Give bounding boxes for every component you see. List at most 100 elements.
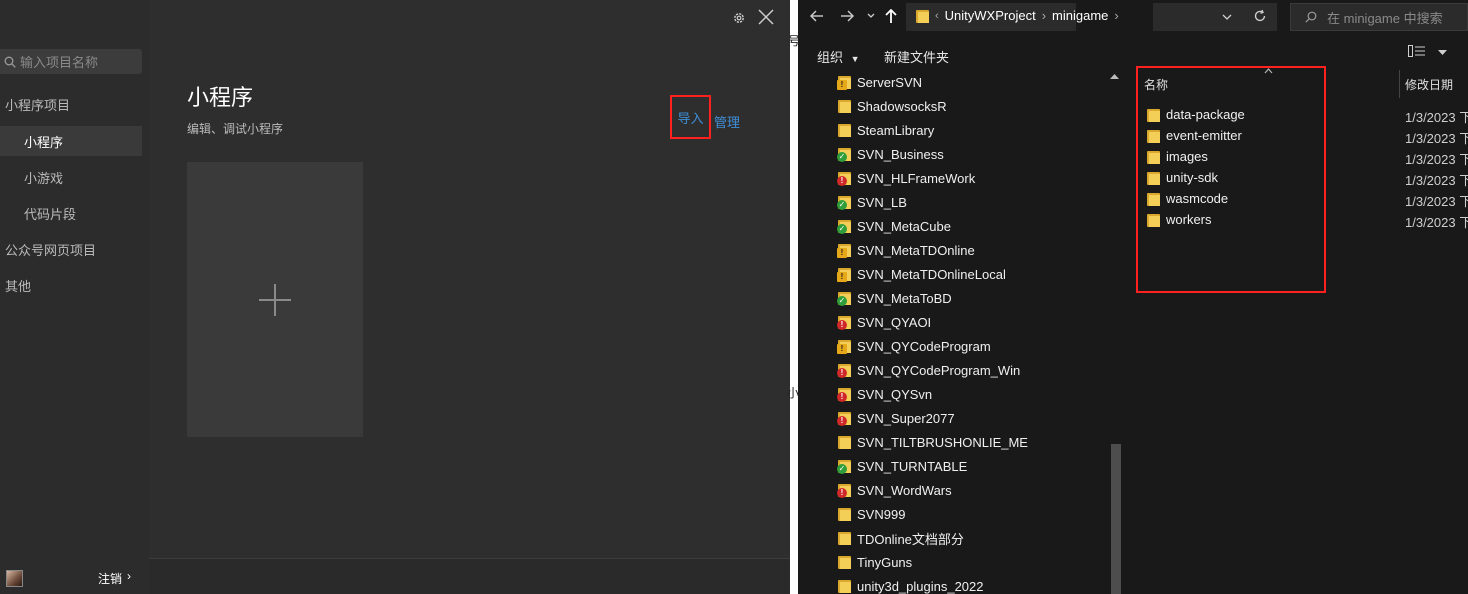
address-dropdown-icon[interactable]	[1222, 13, 1232, 21]
close-icon[interactable]	[758, 9, 774, 25]
new-project-card[interactable]	[187, 162, 363, 437]
file-date: 1/3/2023 下	[1405, 173, 1468, 188]
back-arrow-icon[interactable]	[810, 9, 824, 23]
tree-item[interactable]: ShadowsocksR	[838, 94, 947, 118]
gear-icon[interactable]	[732, 11, 746, 25]
project-sidebar: 输入项目名称 小程序项目 小程序 小游戏 代码片段 公众号网页项目 其他 注销 …	[0, 0, 149, 594]
tree-item[interactable]: ✓ SVN_TURNTABLE	[837, 454, 967, 478]
details-view-icon	[1408, 45, 1425, 57]
tree-item-label: SteamLibrary	[857, 122, 935, 138]
folder-icon	[838, 507, 851, 521]
svn-error-icon: !	[837, 320, 847, 330]
tree-item[interactable]: ! SVN_QYAOI	[837, 310, 932, 334]
tree-item[interactable]: unity3d_plugins_2022	[838, 574, 984, 594]
tree-item[interactable]: ! SVN_QYSvn	[837, 382, 932, 406]
tree-item-label: SVN_HLFrameWork	[857, 170, 976, 186]
folder-search-input[interactable]: 在 minigame 中搜索	[1290, 3, 1468, 31]
breadcrumb-item-minigame[interactable]: minigame	[1052, 8, 1108, 23]
tree-item[interactable]: ✓ SVN_Business	[837, 142, 944, 166]
search-icon	[1305, 11, 1317, 23]
tree-item-label: SVN_TILTBRUSHONLIE_ME	[857, 434, 1028, 450]
tree-item[interactable]: ✓ SVN_MetaCube	[837, 214, 951, 238]
folder-icon: ✓	[837, 195, 851, 210]
project-search-input[interactable]: 输入项目名称	[0, 49, 142, 74]
tree-item[interactable]: ! SVN_Super2077	[837, 406, 955, 430]
folder-icon: !	[837, 243, 851, 258]
folder-icon: !	[837, 483, 851, 498]
nav-other[interactable]: 其他	[0, 270, 142, 300]
nav-miniprogram[interactable]: 小程序	[0, 126, 142, 156]
avatar[interactable]	[6, 570, 23, 587]
breadcrumb: ‹ UnityWXProject › minigame ›	[916, 8, 1119, 23]
tree-item[interactable]: ! SVN_QYCodeProgram	[837, 334, 991, 358]
search-placeholder: 在 minigame 中搜索	[1327, 10, 1443, 26]
view-options-button[interactable]	[1408, 45, 1447, 60]
breadcrumb-item-unitywxproject[interactable]: UnityWXProject	[945, 8, 1036, 23]
folder-icon: !	[837, 363, 851, 378]
tree-item[interactable]: SVN999	[838, 502, 905, 526]
svn-warning-icon: !	[837, 344, 847, 354]
scroll-up-icon[interactable]	[1110, 73, 1119, 80]
breadcrumb-overflow-icon[interactable]: ‹	[935, 10, 939, 22]
manage-button[interactable]: 管理	[714, 112, 740, 131]
page-title: 小程序	[187, 85, 254, 110]
svn-ok-icon: ✓	[837, 152, 847, 162]
folder-icon: ✓	[837, 459, 851, 474]
nav-minigame[interactable]: 小游戏	[0, 162, 142, 192]
organize-button[interactable]: 组织 ▼	[817, 47, 860, 66]
tree-item-label: SVN_MetaTDOnline	[857, 242, 975, 258]
tree-item-label: SVN_Business	[857, 146, 944, 162]
tree-item[interactable]: ! SVN_MetaTDOnline	[837, 238, 975, 262]
recent-dropdown-icon[interactable]	[867, 12, 875, 20]
logout-button[interactable]: 注销	[98, 570, 122, 587]
nav-official-web-projects[interactable]: 公众号网页项目	[0, 234, 142, 264]
tree-item[interactable]: ! SVN_HLFrameWork	[837, 166, 976, 190]
import-button[interactable]: 导入	[670, 95, 711, 139]
tree-item-label: SVN_QYAOI	[857, 314, 932, 330]
tree-item[interactable]: ! SVN_MetaTDOnlineLocal	[837, 262, 1006, 286]
tree-item-label: ShadowsocksR	[857, 98, 947, 114]
plus-icon	[259, 283, 291, 316]
tree-item[interactable]: ✓ SVN_LB	[837, 190, 907, 214]
tree-scrollbar-thumb[interactable]	[1111, 444, 1121, 594]
files-highlight-box	[1136, 66, 1326, 293]
forward-arrow-icon[interactable]	[840, 9, 854, 23]
tree-item-label: SVN_MetaToBD	[857, 290, 952, 306]
folder-icon: !	[837, 315, 851, 330]
tree-item[interactable]: SVN_TILTBRUSHONLIE_ME	[838, 430, 1028, 454]
folder-icon	[838, 435, 851, 449]
svn-warning-icon: !	[837, 272, 847, 282]
tree-item[interactable]: ✓ SVN_MetaToBD	[837, 286, 952, 310]
column-header-date-modified[interactable]: 修改日期	[1405, 76, 1453, 93]
column-separator[interactable]	[1399, 70, 1400, 98]
refresh-icon[interactable]	[1253, 9, 1267, 23]
folder-icon: !	[837, 75, 851, 90]
project-footer	[149, 558, 790, 594]
tree-item-label: SVN_Super2077	[857, 410, 955, 426]
up-arrow-icon[interactable]	[884, 9, 898, 24]
tree-item[interactable]: SteamLibrary	[838, 118, 934, 142]
tree-item[interactable]: ! SVN_WordWars	[837, 478, 952, 502]
folder-icon	[838, 99, 851, 113]
search-icon	[4, 56, 16, 68]
file-date: 1/3/2023 下	[1405, 194, 1468, 209]
tree-item[interactable]: ! ServerSVN	[837, 70, 922, 94]
page-subtitle: 编辑、调试小程序	[187, 122, 284, 136]
tree-item[interactable]: ! SVN_QYCodeProgram_Win	[837, 358, 1020, 382]
nav-miniprogram-projects[interactable]: 小程序项目	[0, 89, 142, 119]
caret-down-icon	[1437, 50, 1447, 55]
tree-item-label: TinyGuns	[857, 554, 913, 570]
folder-icon: !	[837, 171, 851, 186]
tree-item[interactable]: TDOnline文档部分	[838, 526, 964, 550]
tree-item-label: SVN_WordWars	[857, 482, 952, 498]
svn-warning-icon: !	[837, 80, 847, 90]
nav-code-snippets[interactable]: 代码片段	[0, 198, 142, 228]
tree-item-label: SVN_MetaCube	[857, 218, 951, 234]
tree-item[interactable]: TinyGuns	[838, 550, 912, 574]
folder-icon: !	[837, 339, 851, 354]
file-date: 1/3/2023 下	[1405, 215, 1468, 230]
new-folder-button[interactable]: 新建文件夹	[884, 47, 949, 66]
file-explorer-window: ‹ UnityWXProject › minigame › 在 minigame…	[798, 0, 1468, 594]
tree-item-label: unity3d_plugins_2022	[857, 578, 984, 594]
svn-ok-icon: ✓	[837, 224, 847, 234]
